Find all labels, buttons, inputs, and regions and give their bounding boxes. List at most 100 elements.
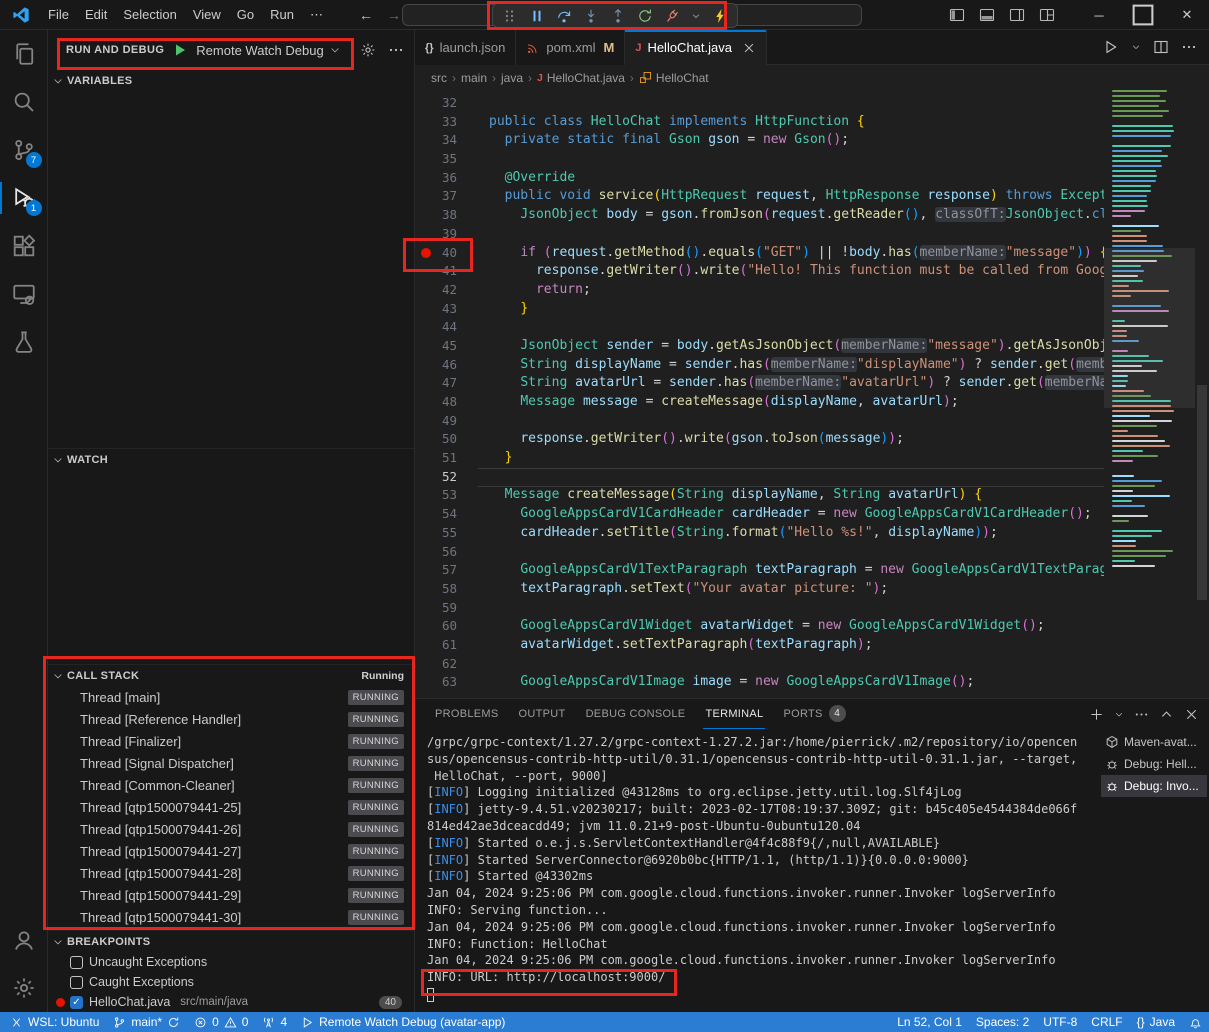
code-line[interactable]: GoogleAppsCardV1TextParagraph textParagr… <box>489 561 1104 580</box>
line-number[interactable]: 54 <box>415 505 489 524</box>
call-stack-thread[interactable]: Thread [qtp1500079441-25]RUNNING <box>48 796 414 818</box>
line-number[interactable]: 51 <box>415 449 489 468</box>
panel-tab-ports[interactable]: PORTS4 <box>781 699 847 729</box>
minimap[interactable] <box>1104 90 1195 698</box>
menu-item-view[interactable]: View <box>185 4 229 26</box>
editor-scrollbar[interactable] <box>1195 90 1209 698</box>
toggle-panel-icon[interactable] <box>979 7 995 23</box>
eol-sequence[interactable]: CRLF <box>1084 1012 1129 1032</box>
debug-session-indicator[interactable]: Remote Watch Debug (avatar-app) <box>294 1012 512 1032</box>
breadcrumb-item[interactable]: HelloChat <box>639 71 709 85</box>
line-number[interactable]: 53 <box>415 486 489 505</box>
nav-back-icon[interactable]: ← <box>359 7 373 23</box>
call-stack-thread[interactable]: Thread [qtp1500079441-27]RUNNING <box>48 840 414 862</box>
variables-section-header[interactable]: VARIABLES <box>48 70 414 92</box>
step-over-icon[interactable] <box>556 8 572 24</box>
code-line[interactable]: String avatarUrl = sender.has(memberName… <box>489 374 1104 393</box>
code-line[interactable]: private static final Gson gson = new Gso… <box>489 131 1104 150</box>
call-stack-thread[interactable]: Thread [Common-Cleaner]RUNNING <box>48 774 414 796</box>
activity-item-source-control[interactable]: 7 <box>0 126 48 174</box>
customize-layout-icon[interactable] <box>1039 7 1055 23</box>
breakpoints-section-header[interactable]: BREAKPOINTS <box>48 930 414 952</box>
code-line[interactable]: return; <box>489 281 1104 300</box>
code-line[interactable] <box>489 543 1104 562</box>
restart-icon[interactable] <box>637 8 653 24</box>
breakpoint-dot[interactable] <box>421 248 431 258</box>
code-line[interactable] <box>489 150 1104 169</box>
editor-tab-HelloChat-java[interactable]: JHelloChat.java <box>625 30 767 65</box>
line-number[interactable]: 52 <box>415 468 489 487</box>
menu-item-more[interactable]: ⋯ <box>302 4 331 26</box>
close-tab-icon[interactable] <box>742 41 756 55</box>
line-number[interactable]: 35 <box>415 150 489 169</box>
line-number[interactable]: 61 <box>415 636 489 655</box>
git-branch[interactable]: main* <box>106 1012 187 1032</box>
line-number[interactable]: 56 <box>415 543 489 562</box>
code-line[interactable]: GoogleAppsCardV1CardHeader cardHeader = … <box>489 505 1104 524</box>
run-java-icon[interactable] <box>1103 39 1119 55</box>
remote-indicator[interactable]: WSL: Ubuntu <box>0 1012 106 1032</box>
activity-item-explorer[interactable] <box>0 30 48 78</box>
notifications-bell[interactable] <box>1182 1012 1209 1032</box>
line-number[interactable]: 45 <box>415 337 489 356</box>
menu-item-file[interactable]: File <box>40 4 77 26</box>
problems-indicator[interactable]: 0 0 <box>187 1012 255 1032</box>
gear-icon[interactable] <box>360 42 376 58</box>
line-number[interactable]: 43 <box>415 300 489 319</box>
activity-item-accounts[interactable] <box>0 916 48 964</box>
code-line[interactable] <box>489 599 1104 618</box>
menu-item-go[interactable]: Go <box>229 4 262 26</box>
disconnect-icon[interactable] <box>664 8 680 24</box>
line-number[interactable]: 32 <box>415 94 489 113</box>
activity-item-remote-explorer[interactable] <box>0 270 48 318</box>
activity-item-testing[interactable] <box>0 318 48 366</box>
code-line[interactable]: JsonObject sender = body.getAsJsonObject… <box>489 337 1104 356</box>
call-stack-thread[interactable]: Thread [qtp1500079441-28]RUNNING <box>48 862 414 884</box>
chevron-down-icon[interactable] <box>1131 39 1141 55</box>
code-line[interactable]: textParagraph.setText("Your avatar pictu… <box>489 580 1104 599</box>
line-number[interactable]: 62 <box>415 655 489 674</box>
activity-item-search[interactable] <box>0 78 48 126</box>
panel-tab-problems[interactable]: PROBLEMS <box>433 699 501 729</box>
line-number[interactable]: 55 <box>415 524 489 543</box>
line-number[interactable]: 60 <box>415 617 489 636</box>
code-line[interactable]: response.getWriter().write("Hello! This … <box>489 262 1104 281</box>
code-line[interactable]: Message createMessage(String displayName… <box>489 486 1104 505</box>
call-stack-thread[interactable]: Thread [Finalizer]RUNNING <box>48 730 414 752</box>
cursor-position[interactable]: Ln 52, Col 1 <box>890 1012 969 1032</box>
call-stack-thread[interactable]: Thread [main]RUNNING <box>48 686 414 708</box>
lightning-icon[interactable] <box>712 8 728 24</box>
line-number[interactable]: 33 <box>415 113 489 132</box>
watch-section-header[interactable]: WATCH <box>48 448 414 470</box>
line-number[interactable]: 44 <box>415 318 489 337</box>
maximize-panel-icon[interactable] <box>1159 707 1174 722</box>
code-editor[interactable]: 3233343536373839404142434445464748495051… <box>415 90 1209 698</box>
more-actions-icon[interactable] <box>388 42 404 58</box>
panel-tab-terminal[interactable]: TERMINAL <box>703 699 765 729</box>
code-line[interactable] <box>489 94 1104 113</box>
code-line[interactable]: avatarWidget.setTextParagraph(textParagr… <box>489 636 1104 655</box>
breakpoint-row[interactable]: Uncaught Exceptions <box>48 952 414 972</box>
call-stack-thread[interactable]: Thread [qtp1500079441-29]RUNNING <box>48 884 414 906</box>
code-line[interactable]: public class HelloChat implements HttpFu… <box>489 113 1104 132</box>
step-into-icon[interactable] <box>583 8 599 24</box>
line-number[interactable]: 57 <box>415 561 489 580</box>
terminal-output[interactable]: /grpc/grpc-context/1.27.2/grpc-context-1… <box>427 734 1097 1008</box>
code-line[interactable] <box>489 318 1104 337</box>
editor-tab-launch-json[interactable]: {}launch.json <box>415 30 516 65</box>
chevron-down-icon[interactable] <box>1114 707 1124 722</box>
close-panel-icon[interactable] <box>1184 707 1199 722</box>
more-actions-icon[interactable] <box>1181 39 1197 55</box>
activity-item-extensions[interactable] <box>0 222 48 270</box>
line-number[interactable]: 34 <box>415 131 489 150</box>
maximize-button[interactable] <box>1121 0 1165 30</box>
line-number[interactable]: 37 <box>415 187 489 206</box>
nav-forward-icon[interactable]: → <box>387 7 401 23</box>
activity-item-settings[interactable] <box>0 964 48 1012</box>
code-line[interactable]: GoogleAppsCardV1Image image = new Google… <box>489 673 1104 692</box>
line-number[interactable]: 47 <box>415 374 489 393</box>
call-stack-thread[interactable]: Thread [qtp1500079441-26]RUNNING <box>48 818 414 840</box>
panel-tab-output[interactable]: OUTPUT <box>517 699 568 729</box>
start-debug-icon[interactable] <box>172 42 188 58</box>
call-stack-thread[interactable]: Thread [Reference Handler]RUNNING <box>48 708 414 730</box>
